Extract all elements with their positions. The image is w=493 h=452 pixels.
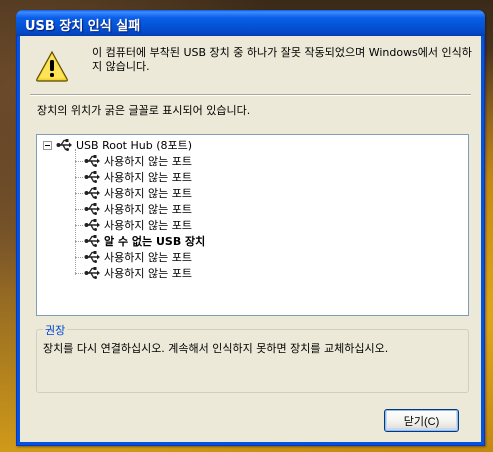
recommendation-group: 권장 장치를 다시 연결하십시오. 계속해서 인식하지 못하면 장치를 교체하십… <box>36 322 469 393</box>
dialog-content: 이 컴퓨터에 부착된 USB 장치 중 하나가 잘못 작동되었으며 Window… <box>20 36 481 442</box>
tree-item-label: 사용하지 않는 포트 <box>104 171 192 184</box>
instruction-text: 장치의 위치가 굵은 글꼴로 표시되어 있습니다. <box>37 104 251 117</box>
tree-item-device[interactable]: 알 수 없는 USB 장치 <box>75 233 205 249</box>
title-bar[interactable]: USB 장치 인식 실패 <box>16 10 485 36</box>
tree-connector <box>75 272 83 274</box>
tree-item-port[interactable]: 사용하지 않는 포트 <box>75 153 192 169</box>
usb-icon <box>84 187 100 199</box>
separator-line <box>30 94 471 96</box>
error-message: 이 컴퓨터에 부착된 USB 장치 중 하나가 잘못 작동되었으며 Window… <box>92 46 472 73</box>
tree-item-label: 사용하지 않는 포트 <box>104 155 192 168</box>
usb-icon <box>84 219 100 231</box>
tree-connector <box>75 224 83 226</box>
tree-connector <box>75 256 83 258</box>
window-frame-right <box>481 36 484 445</box>
recommendation-title: 권장 <box>43 322 68 338</box>
usb-icon <box>84 155 100 167</box>
collapse-expander-icon[interactable] <box>43 140 52 150</box>
usb-icon <box>84 171 100 183</box>
tree-connector <box>75 160 83 162</box>
usb-icon <box>84 203 100 215</box>
usb-icon <box>84 267 100 279</box>
tree-root-label: USB Root Hub (8포트) <box>76 139 193 152</box>
tree-item-label: 사용하지 않는 포트 <box>104 251 192 264</box>
close-button[interactable]: 닫기(C) <box>384 409 459 432</box>
tree-item-port[interactable]: 사용하지 않는 포트 <box>75 217 192 233</box>
tree-connector <box>75 176 83 178</box>
tree-item-port[interactable]: 사용하지 않는 포트 <box>75 201 192 217</box>
window-title: USB 장치 인식 실패 <box>25 19 141 34</box>
usb-icon <box>84 235 100 247</box>
tree-item-label: 사용하지 않는 포트 <box>104 187 192 200</box>
tree-connector <box>75 192 83 194</box>
usb-icon <box>56 139 72 151</box>
tree-item-label: 알 수 없는 USB 장치 <box>104 235 206 248</box>
tree-item-port[interactable]: 사용하지 않는 포트 <box>75 185 192 201</box>
window-frame-bottom <box>17 442 484 445</box>
tree-item-port[interactable]: 사용하지 않는 포트 <box>75 265 192 281</box>
tree-item-label: 사용하지 않는 포트 <box>104 219 192 232</box>
tree-item-port[interactable]: 사용하지 않는 포트 <box>75 169 192 185</box>
tree-item-label: 사용하지 않는 포트 <box>104 267 192 280</box>
tree-item-port[interactable]: 사용하지 않는 포트 <box>75 249 192 265</box>
tree-connector <box>75 208 83 210</box>
tree-connector <box>75 240 83 242</box>
tree-item-label: 사용하지 않는 포트 <box>104 203 192 216</box>
warning-icon <box>36 50 68 82</box>
tree-root-hub[interactable]: USB Root Hub (8포트) <box>43 137 192 153</box>
device-tree[interactable]: USB Root Hub (8포트) 사용하지 않는 포트 사용하지 않는 포트 사… <box>36 134 469 316</box>
usb-icon <box>84 251 100 263</box>
recommendation-text: 장치를 다시 연결하십시오. 계속해서 인식하지 못하면 장치를 교체하십시오. <box>43 342 389 355</box>
usb-error-dialog: USB 장치 인식 실패 이 컴퓨터에 부착된 USB 장치 중 하나가 잘못 … <box>16 10 485 446</box>
